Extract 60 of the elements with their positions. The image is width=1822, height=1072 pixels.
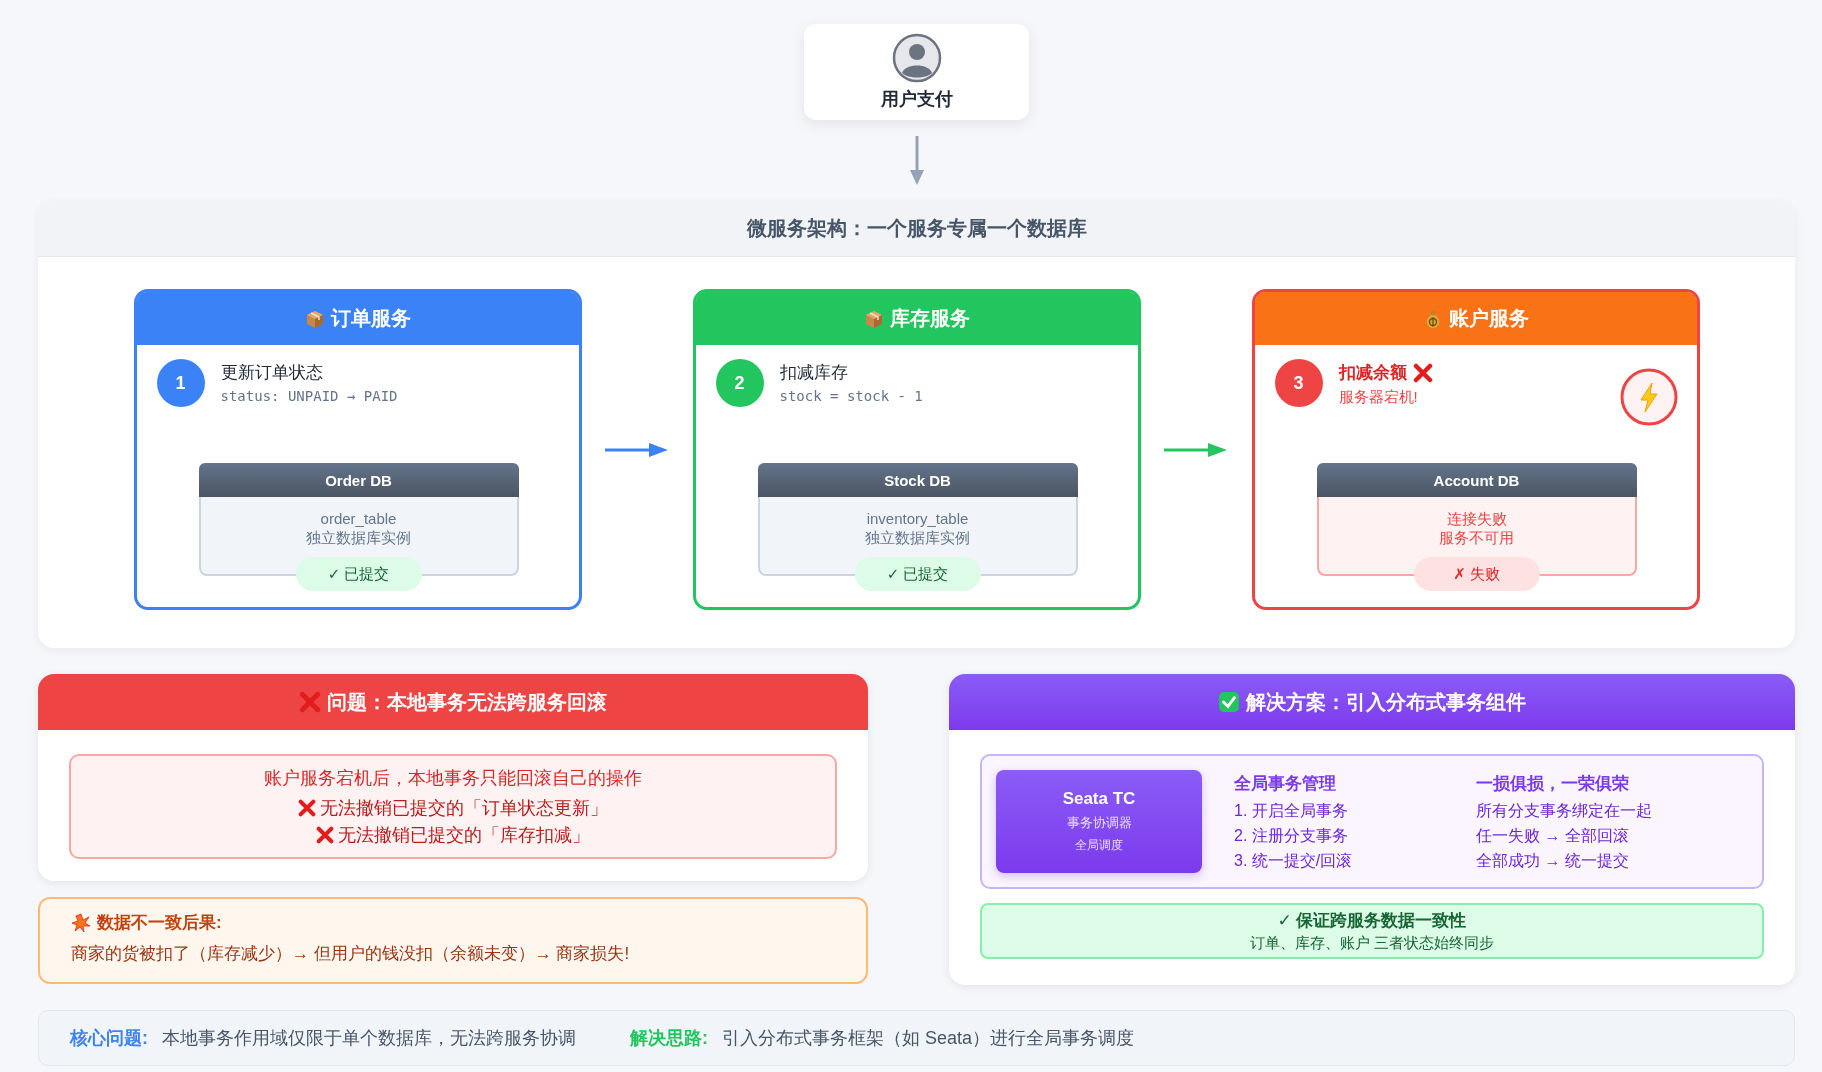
column-text: 1. 开启全局事务 [1234, 800, 1349, 821]
box-icon [863, 308, 884, 329]
explosion-icon [71, 912, 91, 933]
status-badge: ✗ 失败 [1413, 557, 1540, 591]
database-text: 独立数据库实例 [306, 528, 411, 547]
card-title: 库存服务 [889, 306, 970, 331]
lightning-icon [1618, 367, 1679, 427]
column-text: 所有分支事务绑定在一起 [1476, 800, 1653, 821]
status-badge: ✓ 已提交 [854, 557, 981, 591]
problem-text: 无法撤销已提交的「订单状态更新」 [320, 797, 608, 820]
user-label: 用户支付 [880, 88, 953, 111]
summary-text: 引入分布式事务框架（如 Seata）进行全局事务调度 [722, 1027, 1135, 1050]
column-heading: 一损俱损，一荣俱荣 [1476, 772, 1630, 795]
step-title: 更新订单状态 [220, 362, 323, 384]
database-text: 服务不可用 [1439, 528, 1514, 547]
step-title: 扣减库存 [779, 362, 848, 384]
cross-icon [316, 826, 334, 844]
column-heading: 全局事务管理 [1234, 772, 1337, 795]
column-text: 任一失败 → 全部回滚 [1476, 825, 1630, 846]
panel-title: 解决方案：引入分布式事务组件 [1246, 689, 1526, 715]
database-text: order_table [320, 509, 397, 528]
column-text: 3. 统一提交/回滚 [1234, 850, 1354, 871]
database-header: Stock DB [757, 463, 1078, 497]
step-detail: stock = stock - 1 [779, 388, 924, 404]
database-text: 连接失败 [1446, 509, 1507, 528]
problem-message: 账户服务宕机后，本地事务只能回滚自己的操作 [264, 767, 642, 790]
box-icon [304, 308, 325, 329]
panel-title: 问题：本地事务无法跨服务回滚 [327, 689, 607, 715]
coordinator-note: 全局调度 [1075, 837, 1123, 854]
cross-icon [1412, 362, 1433, 383]
user-avatar-icon [891, 33, 942, 83]
step-detail: 服务器宕机! [1338, 388, 1419, 407]
card-title: 订单服务 [330, 306, 411, 331]
coordinator-name: Seata TC [1062, 789, 1136, 809]
step-number: 2 [715, 359, 764, 407]
problem-text: 无法撤销已提交的「库存扣减」 [338, 824, 590, 847]
checkbox-icon [1218, 691, 1240, 713]
cross-icon [299, 691, 321, 713]
warning-title: 数据不一致后果: [97, 912, 222, 934]
panel-header: 微服务架构：一个服务专属一个数据库 [38, 201, 1795, 257]
summary-text: 本地事务作用域仅限于单个数据库，无法跨服务协调 [162, 1027, 576, 1050]
guarantee-title: ✓ 保证跨服务数据一致性 [1277, 910, 1467, 932]
step-title: 扣减余额 [1338, 362, 1407, 384]
status-badge: ✓ 已提交 [295, 557, 422, 591]
database-text: 独立数据库实例 [865, 528, 970, 547]
column-text: 全部成功 → 统一提交 [1476, 850, 1630, 871]
guarantee-text: 订单、库存、账户 三者状态始终同步 [1249, 934, 1495, 953]
column-text: 2. 注册分支事务 [1234, 825, 1349, 846]
step-detail: status: UNPAID → PAID [220, 388, 399, 404]
cross-icon [298, 799, 316, 817]
database-text: inventory_table [866, 509, 969, 528]
summary-label: 核心问题: [70, 1027, 148, 1050]
database-header: Order DB [198, 463, 519, 497]
summary-label: 解决思路: [630, 1027, 708, 1050]
coordinator-subtitle: 事务协调器 [1066, 814, 1132, 832]
step-number: 1 [156, 359, 205, 407]
warning-text: 商家的货被扣了（库存减少）→ 但用户的钱没扣（余额未变）→ 商家损失! [71, 943, 631, 965]
step-number: 3 [1274, 359, 1323, 407]
database-header: Account DB [1316, 463, 1637, 497]
card-title: 账户服务 [1448, 306, 1529, 331]
